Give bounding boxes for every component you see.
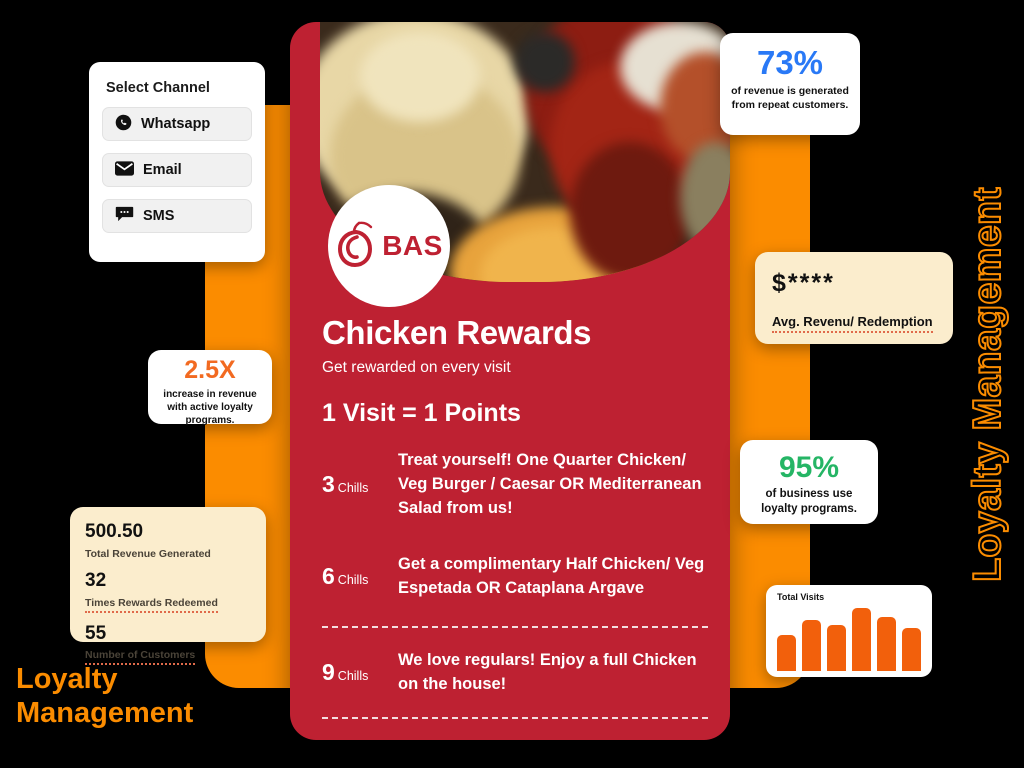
loyalty-card-body: Chicken Rewards Get rewarded on every vi… <box>322 314 708 726</box>
tier-divider <box>322 625 708 628</box>
loyalty-program-card: BAS Chicken Rewards Get rewarded on ever… <box>290 22 730 740</box>
reward-tier-points: 3 Chills <box>322 471 384 498</box>
whatsapp-icon <box>115 114 132 135</box>
reward-tier-points-unit: Chills <box>337 669 369 684</box>
channel-option-email[interactable]: Email <box>102 153 252 187</box>
chart-title: Total Visits <box>777 592 825 602</box>
brand-logo-badge: BAS <box>328 185 450 307</box>
vertical-headline-text: Loyalty Management <box>965 186 1010 583</box>
tier-divider <box>322 717 708 720</box>
reward-tier-points-unit: Chills <box>337 481 369 496</box>
reward-tier-points-unit: Chills <box>337 573 369 588</box>
stat-caption: increase in revenue with active loyalty … <box>163 388 257 426</box>
channel-option-email-label: Email <box>143 162 182 178</box>
stat-card-revenue-increase: 2.5X increase in revenue with active loy… <box>148 350 272 426</box>
stat-caption: Number of Customers <box>85 649 196 666</box>
stat-caption: Times Rewards Redeemed <box>85 597 218 613</box>
bar-6 <box>902 628 921 671</box>
bar-4 <box>852 608 871 671</box>
channel-option-whatsapp-label: Whatsapp <box>141 116 211 132</box>
reward-tier-row: 3 Chills Treat yourself! One Quarter Chic… <box>322 440 708 530</box>
stat-caption: Avg. Revenu/ Redemption <box>772 314 933 333</box>
page-subtitle: Get rewarded on every visit <box>322 359 511 376</box>
stat-card-repeat-revenue: 73% of revenue is generated from repeat … <box>720 33 860 135</box>
stat-card-totals: 500.50 Total Revenue Generated 32 Times … <box>70 507 266 666</box>
channel-option-sms-label: SMS <box>143 208 175 224</box>
channel-selector-card: Select Channel Whatsapp Email SMS <box>89 62 265 262</box>
bar-5 <box>877 616 896 671</box>
vertical-headline: Loyalty Management <box>948 0 1024 768</box>
stat-value: 500.50 <box>85 521 144 542</box>
reward-tier-row: 9 Chills We love regulars! Enjoy a full C… <box>322 635 708 711</box>
page-title: Chicken Rewards <box>322 314 592 351</box>
envelope-icon <box>115 160 134 180</box>
bar-2 <box>802 619 821 671</box>
channel-option-whatsapp[interactable]: Whatsapp <box>102 107 252 141</box>
stat-value: 2.5X <box>184 356 236 384</box>
reward-tier-points: 9 Chills <box>322 659 384 686</box>
stat-value: 95% <box>778 451 840 484</box>
reward-tier-points-value: 3 <box>322 471 335 498</box>
stat-value: 55 <box>85 622 107 644</box>
sms-bubble-icon <box>115 206 134 226</box>
stat-caption: of revenue is generated from repeat cust… <box>731 85 849 111</box>
stat-card-business-use: 95% of business use loyalty programs. <box>740 440 878 524</box>
reward-tier-row: 6 Chills Get a complimentary Half Chicken… <box>322 544 708 610</box>
corner-headline-line2: Management <box>16 697 194 730</box>
stat-card-avg-revenue: $**** Avg. Revenu/ Redemption <box>755 252 953 344</box>
reward-tier-description: Treat yourself! One Quarter Chicken/ Veg… <box>398 451 702 517</box>
bar-3 <box>827 624 846 671</box>
reward-tier-description: Get a complimentary Half Chicken/ Veg Es… <box>398 554 705 597</box>
bar-1 <box>777 634 796 671</box>
reward-tier-points-value: 9 <box>322 659 335 686</box>
brand-logo-text: BAS <box>382 230 443 261</box>
stat-value: 73% <box>756 44 824 81</box>
stat-value: 32 <box>85 569 107 591</box>
total-visits-chart-card: Total Visits <box>766 585 932 677</box>
reward-tier-points-value: 6 <box>322 563 335 590</box>
points-ratio: 1 Visit = 1 Points <box>322 399 521 427</box>
channel-selector-title: Select Channel <box>106 80 210 96</box>
stat-caption: Total Revenue Generated <box>85 547 211 560</box>
reward-tier-description: We love regulars! Enjoy a full Chicken o… <box>398 650 697 693</box>
chili-logo-icon <box>335 219 377 274</box>
bar-chart <box>775 605 923 671</box>
stat-value: $**** <box>772 269 835 297</box>
channel-option-sms[interactable]: SMS <box>102 199 252 233</box>
reward-tier-points: 6 Chills <box>322 563 384 590</box>
stat-caption: of business use loyalty programs. <box>761 488 857 515</box>
